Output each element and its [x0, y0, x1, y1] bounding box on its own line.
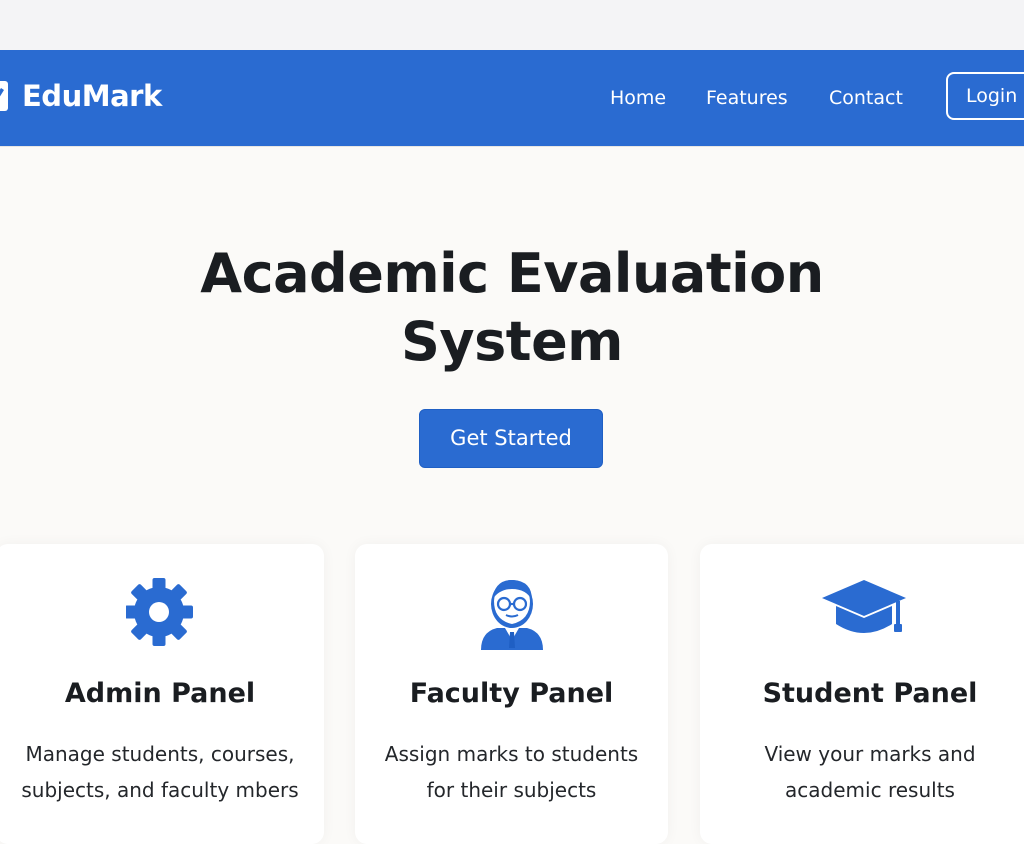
- login-button[interactable]: Login: [946, 72, 1024, 120]
- faculty-person-icon: [477, 576, 547, 650]
- student-panel-desc-line-2: academic results: [785, 778, 955, 802]
- student-panel-title: Student Panel: [762, 678, 978, 709]
- nav-links: Home Features Contact: [0, 83, 1024, 113]
- navbar: EduMark Home Features Contact: [0, 50, 1024, 146]
- nav-link-home[interactable]: Home: [610, 83, 666, 113]
- faculty-panel-title: Faculty Panel: [409, 678, 614, 709]
- admin-panel-title: Admin Panel: [64, 678, 256, 709]
- gear-icon: [125, 576, 196, 650]
- graduation-cap-icon: [818, 576, 910, 650]
- hero-title-line-2: System: [401, 310, 623, 373]
- student-panel-desc-line-1: View your marks and: [764, 742, 976, 766]
- nav-link-contact[interactable]: Contact: [829, 83, 903, 113]
- get-started-button[interactable]: Get Started: [419, 409, 603, 468]
- faculty-panel-desc-line-2: for their subjects: [426, 778, 597, 802]
- student-panel-card[interactable]: Student Panel View your marks and academ…: [700, 544, 1024, 844]
- admin-panel-card[interactable]: Admin Panel Manage students, courses, su…: [0, 544, 324, 844]
- faculty-panel-desc-line-1: Assign marks to students: [384, 742, 639, 766]
- admin-panel-description: Manage students, courses, subjects, and …: [0, 736, 324, 808]
- admin-panel-desc-line-1: Manage students, courses,: [25, 742, 295, 766]
- admin-panel-desc-line-2: subjects, and faculty mbers: [21, 778, 299, 802]
- student-panel-description: View your marks and academic results: [700, 736, 1024, 808]
- nav-link-features[interactable]: Features: [706, 83, 788, 113]
- faculty-panel-card[interactable]: Faculty Panel Assign marks to students f…: [355, 544, 668, 844]
- faculty-panel-description: Assign marks to students for their subje…: [355, 736, 668, 808]
- hero-title: Academic Evaluation System: [0, 240, 1024, 376]
- hero-title-line-1: Academic Evaluation: [200, 242, 824, 305]
- browser-top-strip: [0, 0, 1024, 50]
